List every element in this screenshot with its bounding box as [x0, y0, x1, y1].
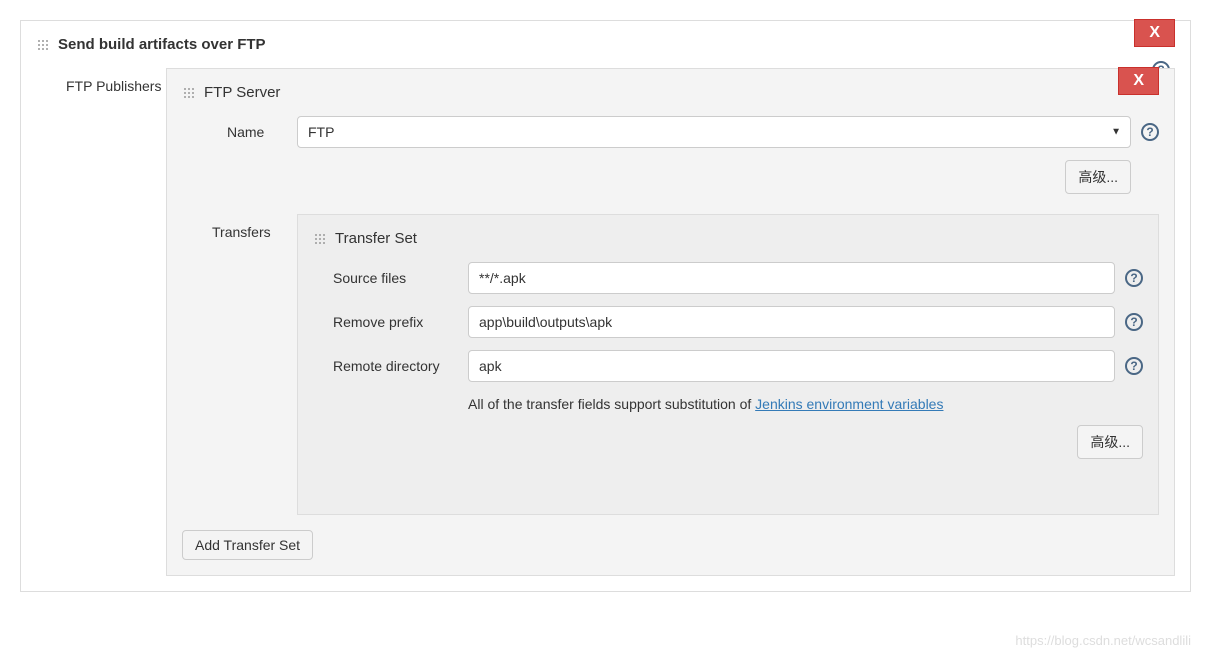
- source-files-input[interactable]: [468, 262, 1115, 294]
- ftp-server-header: FTP Server: [182, 84, 1159, 101]
- ftp-server-panel: X FTP Server Name FTP: [166, 68, 1175, 576]
- remove-prefix-input[interactable]: [468, 306, 1115, 338]
- close-button-inner[interactable]: X: [1118, 67, 1159, 95]
- remote-directory-input[interactable]: [468, 350, 1115, 382]
- section-title: Send build artifacts over FTP: [58, 36, 266, 53]
- svg-text:?: ?: [1130, 271, 1137, 285]
- publishers-label: FTP Publishers: [36, 68, 166, 576]
- remove-prefix-label: Remove prefix: [313, 314, 468, 330]
- name-select[interactable]: FTP: [297, 116, 1131, 148]
- svg-text:?: ?: [1130, 359, 1137, 373]
- transfer-set-header: Transfer Set: [313, 230, 1143, 247]
- help-icon[interactable]: ?: [1125, 357, 1143, 375]
- remote-directory-label: Remote directory: [313, 358, 468, 374]
- source-files-label: Source files: [313, 270, 468, 286]
- help-icon[interactable]: ?: [1125, 313, 1143, 331]
- svg-text:?: ?: [1130, 315, 1137, 329]
- watermark: https://blog.csdn.net/wcsandlili: [1015, 633, 1191, 648]
- close-button-outer[interactable]: X: [1134, 19, 1175, 47]
- help-icon[interactable]: ?: [1141, 123, 1159, 141]
- drag-handle-icon[interactable]: [36, 38, 50, 52]
- transfer-set-title: Transfer Set: [335, 230, 417, 247]
- advanced-button-server[interactable]: 高级...: [1065, 160, 1131, 194]
- drag-handle-icon[interactable]: [313, 232, 327, 246]
- name-label: Name: [182, 124, 297, 140]
- advanced-button-transfer[interactable]: 高级...: [1077, 425, 1143, 459]
- transfer-set-panel: Transfer Set Source files ? Remove prefi…: [297, 214, 1159, 515]
- build-step-panel: X Send build artifacts over FTP ? FTP Pu…: [20, 20, 1191, 592]
- add-transfer-set-button[interactable]: Add Transfer Set: [182, 530, 313, 560]
- svg-text:?: ?: [1146, 125, 1153, 139]
- substitution-note: All of the transfer fields support subst…: [468, 394, 1143, 415]
- ftp-server-title: FTP Server: [204, 84, 280, 101]
- drag-handle-icon[interactable]: [182, 86, 196, 100]
- help-icon[interactable]: ?: [1125, 269, 1143, 287]
- section-header: Send build artifacts over FTP: [36, 36, 1175, 53]
- transfers-label: Transfers: [182, 214, 297, 515]
- env-vars-link[interactable]: Jenkins environment variables: [755, 396, 943, 412]
